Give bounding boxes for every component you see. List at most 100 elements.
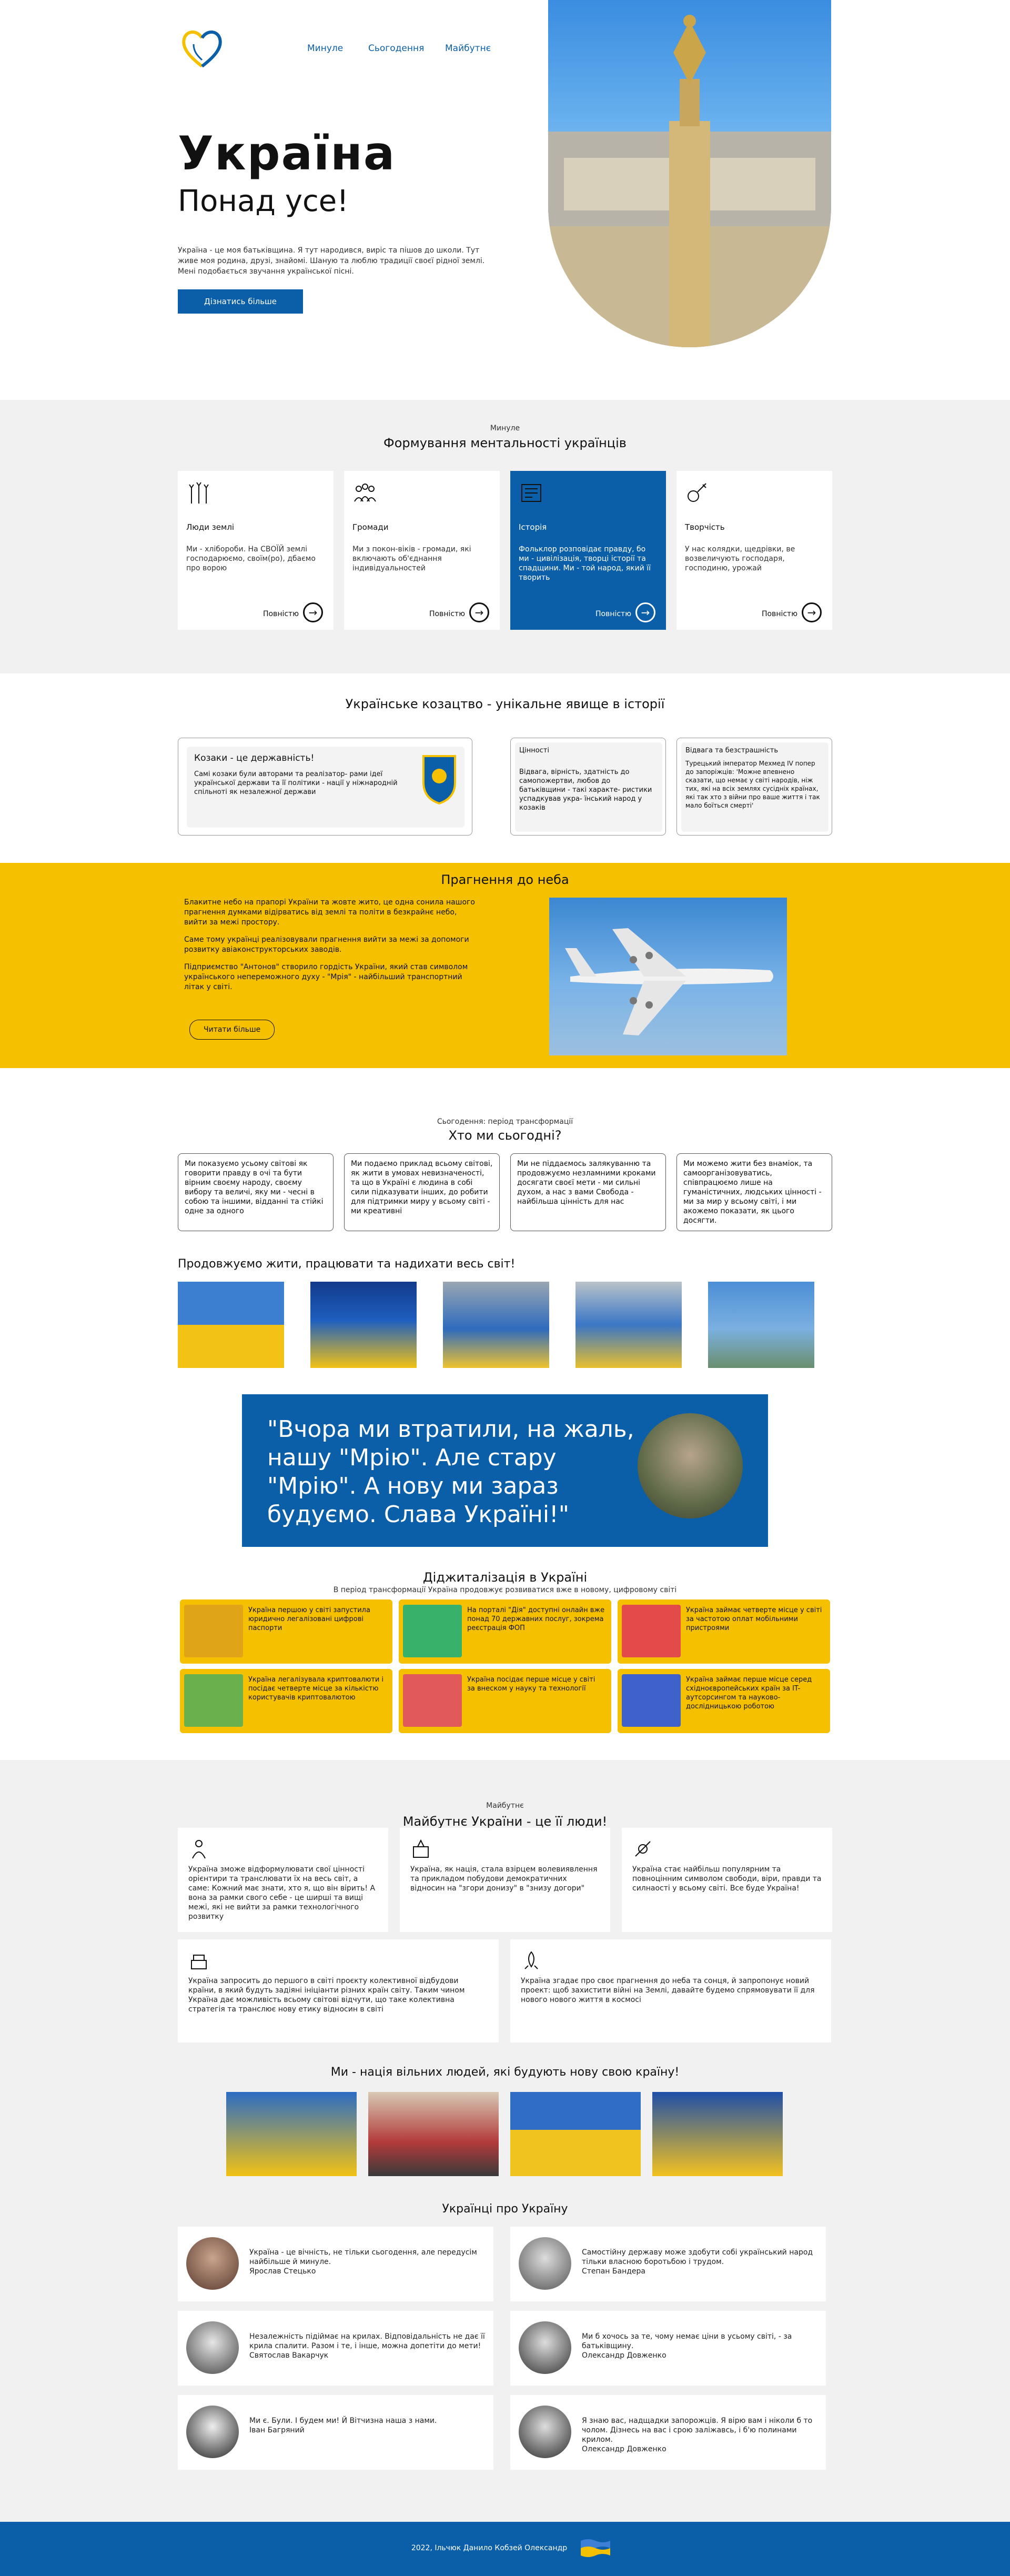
build-icon — [191, 1955, 207, 1969]
quote-card-body: Україна - це вічність, не тільки сьогоде… — [249, 2248, 477, 2266]
quote-card-author: Степан Бандера — [582, 2267, 645, 2276]
history-icon — [521, 484, 541, 502]
today-box: Ми не піддаємось залякуванню та продовжу… — [510, 1153, 666, 1231]
card-more-link[interactable]: Повністю — [595, 610, 631, 618]
future-item: Україна згадає про своє прагнення до неб… — [510, 1939, 831, 2042]
quote-card: Ми б хочось за те, чому немає ціни в усь… — [510, 2311, 826, 2386]
today-box: Ми можемо жити без внаміок, та самоорган… — [676, 1153, 832, 1231]
arrow-right-icon[interactable]: → — [303, 602, 323, 622]
digital-item: Україна займає четверте місце у світі за… — [618, 1599, 830, 1664]
future-label: Майбутнє — [486, 1802, 524, 1810]
learn-more-button[interactable]: Дізнатись більше — [178, 289, 304, 314]
quote-card-text: Україна - це вічність, не тільки сьогоде… — [249, 2248, 486, 2276]
digital-item: Україна займає перше місце серед східноє… — [618, 1669, 830, 1733]
crypto-image — [184, 1674, 243, 1727]
nav-past[interactable]: Минуле — [307, 43, 343, 54]
satellite-icon — [635, 1841, 651, 1857]
quote-card-body: Самостійну державу може здобути собі укр… — [582, 2248, 813, 2266]
cossacks-title: Українське козацтво - унікальне явище в … — [345, 697, 665, 711]
today-box: Ми подаємо приклад всьому світові, як жи… — [344, 1153, 500, 1231]
digital-item: Україна першою у світі запустила юридичн… — [180, 1599, 392, 1664]
arrow-right-icon[interactable]: → — [469, 602, 489, 622]
author-avatar — [519, 2321, 571, 2374]
today-label: Сьогодення: період трансформації — [437, 1118, 573, 1126]
photo-embroidery — [368, 2092, 499, 2176]
author-avatar — [519, 2406, 571, 2458]
music-icon — [688, 483, 706, 502]
past-card-history[interactable]: Історія Фольклор розповідає правду, бо м… — [510, 471, 666, 630]
digital-item-text: На порталі "Дія" доступні онлайн вже пон… — [467, 1606, 605, 1632]
quote-card-body: Я знаю вас, надщадки запорожців. Я вірю … — [582, 2417, 813, 2444]
zelensky-quote-block: "Вчора ми втратили, на жаль, нашу "Мрію"… — [242, 1394, 768, 1547]
digital-item: На порталі "Дія" доступні онлайн вже пон… — [399, 1599, 611, 1664]
digital-item-text: Україна посідає перше місце у світі за в… — [467, 1676, 595, 1693]
nav-future[interactable]: Майбутнє — [445, 43, 491, 54]
quote-card-text: Самостійну державу може здобути собі укр… — [582, 2248, 819, 2276]
nav-present[interactable]: Сьогодення — [368, 43, 424, 54]
sky-paragraph: Блакитне небо на прапорі України та жовт… — [184, 898, 475, 927]
arrow-right-icon[interactable]: → — [635, 602, 655, 622]
quote-card-text: Ми є. Були. І будем ми! Й Вітчизна наша … — [249, 2416, 486, 2435]
card-text: Турецький імператор Мехмед IV попер до з… — [685, 760, 820, 809]
quote-card-author: Олександр Довженко — [582, 2351, 666, 2360]
quote-text: "Вчора ми втратили, на жаль, нашу "Мрію"… — [267, 1416, 634, 1528]
sky-section — [0, 863, 1010, 1068]
future-title: Майбутнє України - це її люди! — [402, 1814, 608, 1829]
photo-flag-dog — [178, 1282, 284, 1368]
quote-card-author: Ярослав Стецько — [249, 2267, 316, 2276]
future-item-text: Україна стає найбільш популярним та повн… — [632, 1865, 822, 1893]
today-box: Ми показуємо усьому світові як говорити … — [178, 1153, 334, 1231]
read-more-wrap: Читати більше — [189, 1020, 275, 1040]
digital-item-text: Україна займає перше місце серед східноє… — [686, 1676, 812, 1710]
cossack-emblem-icon — [422, 755, 456, 805]
card-text: Самі козаки були авторами та реалізатор-… — [194, 770, 398, 796]
quote-card-author: Олександр Довженко — [582, 2445, 666, 2453]
card-more-link[interactable]: Повністю — [429, 610, 465, 618]
past-title: Формування ментальності українців — [383, 436, 627, 450]
past-label: Минуле — [490, 424, 520, 432]
quote-card-text: Ми б хочось за те, чому немає ціни в усь… — [582, 2332, 819, 2360]
card-title: Цінності — [519, 747, 549, 754]
mobile-payment-image — [622, 1605, 681, 1657]
today-photos-title: Продовжуємо жити, працювати та надихати … — [178, 1257, 516, 1271]
wheat-icon — [189, 482, 209, 504]
hero-button-wrap: Дізнатись більше — [178, 289, 304, 314]
past-card-land[interactable]: Люди землі Ми - хлібороби. На СВОЇЙ земл… — [178, 471, 334, 630]
card-text: Відвага, вірність, здатність до самопоже… — [519, 768, 652, 812]
digital-item: Україна посідає перше місце у світі за в… — [399, 1669, 611, 1733]
card-more-link[interactable]: Повністю — [263, 610, 299, 618]
future-item-text: Україна зможе відформулювати свої ціннос… — [188, 1865, 376, 1921]
sky-paragraph: Саме тому українці реалізовували прагнен… — [184, 935, 469, 954]
arrow-right-icon[interactable]: → — [802, 602, 822, 622]
author-avatar — [186, 2237, 239, 2290]
mriya-plane-image — [549, 898, 787, 1055]
photo-face-paint — [226, 2092, 357, 2176]
hero-title: Україна — [178, 126, 396, 180]
photo-crowd — [652, 2092, 783, 2176]
quote-card-author: Іван Багряний — [249, 2426, 305, 2434]
quote-card: Я знаю вас, надщадки запорожців. Я вірю … — [510, 2395, 826, 2470]
card-desc: Ми з покон-віків - громади, які включают… — [352, 545, 471, 572]
past-card-communities[interactable]: Громади Ми з покон-віків - громади, які … — [344, 471, 500, 630]
read-more-button[interactable]: Читати більше — [189, 1020, 275, 1040]
quote-card: Незалежність підіймає на крилах. Відпові… — [178, 2311, 493, 2386]
photo-flag-wave — [510, 2092, 641, 2176]
sky-paragraph: Підприємство "Антонов" створило гордість… — [184, 963, 468, 991]
card-title: Відвага та безстрашність — [685, 747, 779, 754]
photo-empire-state — [310, 1282, 417, 1368]
future-item-text: Україна згадає про своє прагнення до неб… — [521, 1977, 815, 2004]
author-avatar — [186, 2321, 239, 2374]
heart-logo-icon[interactable] — [178, 23, 226, 72]
voting-icon — [413, 1839, 429, 1858]
card-title: Історія — [519, 522, 547, 532]
people-icon — [192, 1840, 206, 1859]
quote-card-text: Незалежність підіймає на крилах. Відпові… — [249, 2332, 486, 2360]
digital-passport-image — [184, 1605, 243, 1657]
past-card-creativity[interactable]: Творчість У нас колядки, щедрівки, ве во… — [676, 471, 832, 630]
ukraine-flag-icon — [581, 2539, 610, 2557]
independence-monument-image — [548, 0, 831, 347]
future-item: Україна запросить до першого в світі про… — [178, 1939, 499, 2042]
digital-item-text: Україна легалізувала криптовалюти і посі… — [248, 1676, 384, 1702]
digital-item-text: Україна займає четверте місце у світі за… — [686, 1606, 822, 1632]
card-more-link[interactable]: Повністю — [762, 610, 797, 618]
